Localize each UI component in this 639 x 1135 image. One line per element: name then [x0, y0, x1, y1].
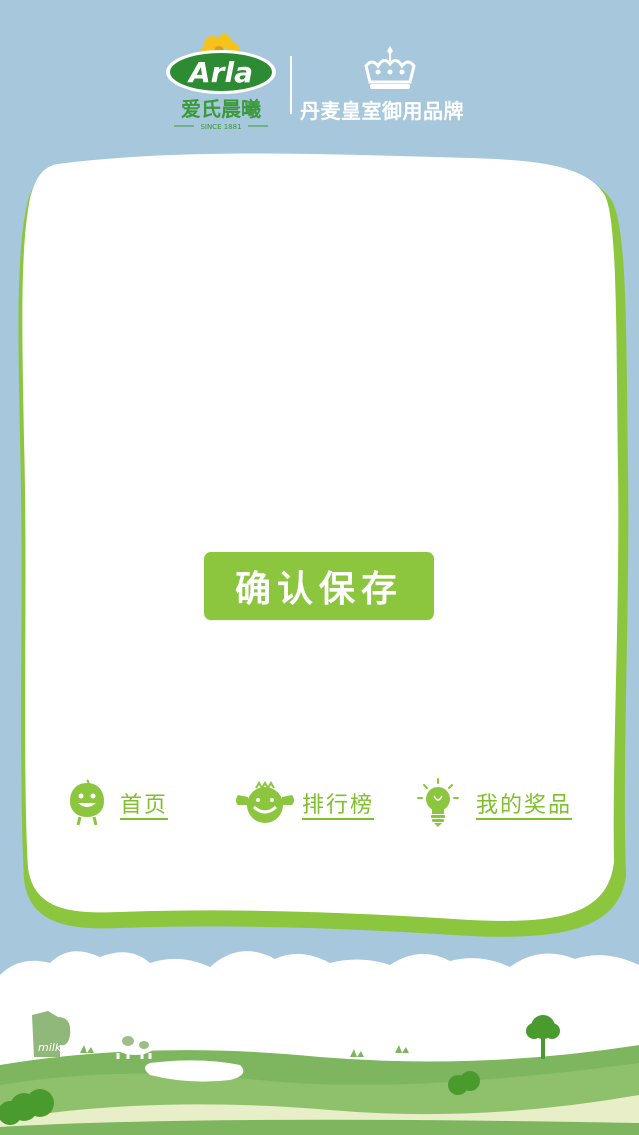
confirm-save-button[interactable]: 确认保存 [204, 552, 434, 620]
nav-prizes[interactable]: 我的奖品 [416, 778, 572, 828]
nav-home-label: 首页 [120, 793, 169, 818]
nav-home[interactable]: 首页 [66, 778, 168, 828]
smiley-mascot-icon [70, 779, 104, 826]
nav-prizes-label: 我的奖品 [476, 793, 573, 818]
brand-chinese: 爱氏晨曦 [181, 97, 261, 121]
lightbulb-icon [417, 778, 459, 827]
strong-mascot-icon [236, 781, 294, 823]
nav-ranking-label: 排行榜 [302, 793, 375, 818]
nav-ranking[interactable]: 排行榜 [232, 778, 374, 828]
header-divider [290, 56, 292, 114]
royal-tagline: 丹麦皇室御用品牌 [300, 99, 464, 123]
brand-since: SINCE 1881 [200, 123, 241, 131]
milk-label: milk [38, 1041, 62, 1054]
crown-icon [364, 46, 416, 89]
arla-wordmark: Arla [187, 56, 253, 89]
content-card [18, 153, 629, 937]
arla-logo: Arla 爱氏晨曦 SINCE 1881 [166, 34, 276, 131]
header: Arla 爱氏晨曦 SINCE 1881 丹麦皇室御用品牌 [0, 0, 639, 150]
landscape-illustration: milk [0, 951, 639, 1135]
